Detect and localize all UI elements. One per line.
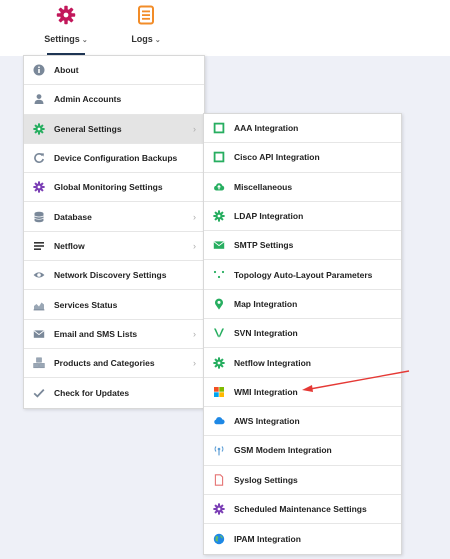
submenu-item-aws-integration[interactable]: AWS Integration	[204, 407, 401, 437]
check-icon	[32, 386, 46, 400]
chevron-right-icon: ›	[193, 211, 196, 222]
menu-item-label: Check for Updates	[54, 387, 130, 398]
menu-item-products-and-categories[interactable]: Products and Categories ›	[24, 349, 204, 379]
cubes-icon	[32, 356, 46, 370]
menu-item-label: Database	[54, 211, 92, 222]
submenu-item-label: Miscellaneous	[234, 181, 293, 192]
settings-nav-tab[interactable]: Settings ⌄	[31, 4, 101, 44]
submenu-item-label: LDAP Integration	[234, 211, 304, 222]
gear-icon	[212, 502, 226, 516]
cloud-upload-icon	[212, 180, 226, 194]
submenu-item-label: SMTP Settings	[234, 240, 294, 251]
chart-icon	[32, 298, 46, 312]
menu-item-netflow[interactable]: Netflow ›	[24, 232, 204, 262]
refresh-icon	[32, 151, 46, 165]
envelope-icon	[32, 327, 46, 341]
file-icon	[212, 473, 226, 487]
submenu-item-label: Netflow Integration	[234, 357, 311, 368]
globe-icon	[212, 532, 226, 546]
settings-dropdown-menu: About Admin Accounts General Settings › Devi…	[23, 55, 205, 409]
cloud-icon	[212, 414, 226, 428]
user-icon	[32, 92, 46, 106]
top-navigation-bar: Settings ⌄ Logs ⌄	[0, 0, 450, 56]
chevron-down-icon: ⌄	[81, 37, 88, 44]
submenu-item-ldap-integration[interactable]: LDAP Integration	[204, 202, 401, 232]
windows-icon	[212, 385, 226, 399]
menu-item-services-status[interactable]: Services Status	[24, 290, 204, 320]
envelope-icon	[212, 238, 226, 252]
chevron-right-icon: ›	[193, 240, 196, 251]
menu-item-general-settings[interactable]: General Settings ›	[24, 114, 204, 144]
submenu-item-label: SVN Integration	[234, 328, 298, 339]
square-icon	[212, 121, 226, 135]
chevron-down-icon: ⌄	[154, 37, 161, 44]
chevron-right-icon: ›	[193, 328, 196, 339]
menu-item-check-for-updates[interactable]: Check for Updates	[24, 378, 204, 407]
submenu-item-syslog-settings[interactable]: Syslog Settings	[204, 466, 401, 495]
submenu-item-cisco-api-integration[interactable]: Cisco API Integration	[204, 143, 401, 173]
submenu-item-topology-auto-layout-parameters[interactable]: Topology Auto-Layout Parameters	[204, 260, 401, 290]
submenu-item-wmi-integration[interactable]: WMI Integration	[204, 378, 401, 407]
submenu-item-miscellaneous[interactable]: Miscellaneous	[204, 173, 401, 202]
submenu-item-label: Cisco API Integration	[234, 152, 320, 163]
netflow-icon	[32, 239, 46, 253]
antenna-icon	[212, 443, 226, 457]
svn-icon	[212, 326, 226, 340]
chevron-right-icon: ›	[193, 358, 196, 369]
logs-nav-label: Logs	[131, 34, 153, 44]
submenu-item-gsm-modem-integration[interactable]: GSM Modem Integration	[204, 436, 401, 466]
menu-item-label: Network Discovery Settings	[54, 270, 167, 281]
submenu-item-svn-integration[interactable]: SVN Integration	[204, 319, 401, 349]
submenu-item-label: IPAM Integration	[234, 533, 301, 544]
menu-item-label: Netflow	[54, 240, 85, 251]
submenu-item-label: AAA Integration	[234, 123, 299, 134]
database-icon	[32, 210, 46, 224]
menu-item-label: Services Status	[54, 299, 118, 310]
submenu-item-scheduled-maintenance-settings[interactable]: Scheduled Maintenance Settings	[204, 495, 401, 525]
submenu-item-label: Map Integration	[234, 298, 298, 309]
settings-nav-label: Settings	[44, 34, 80, 44]
menu-item-label: Email and SMS Lists	[54, 328, 138, 339]
menu-item-admin-accounts[interactable]: Admin Accounts	[24, 85, 204, 115]
menu-item-global-monitoring-settings[interactable]: Global Monitoring Settings	[24, 173, 204, 203]
gear-icon	[212, 356, 226, 370]
submenu-item-label: Syslog Settings	[234, 474, 298, 485]
submenu-item-label: AWS Integration	[234, 416, 300, 427]
submenu-item-label: Topology Auto-Layout Parameters	[234, 269, 373, 280]
chevron-right-icon: ›	[193, 123, 196, 134]
submenu-item-label: WMI Integration	[234, 386, 298, 397]
general-settings-submenu: AAA Integration Cisco API Integration Misc…	[203, 113, 402, 555]
menu-item-email-and-sms-lists[interactable]: Email and SMS Lists ›	[24, 320, 204, 349]
dots-icon	[212, 268, 226, 282]
info-icon	[32, 63, 46, 77]
menu-item-label: Admin Accounts	[54, 94, 122, 105]
logs-nav-tab[interactable]: Logs ⌄	[112, 4, 180, 44]
submenu-item-label: Scheduled Maintenance Settings	[234, 504, 367, 514]
menu-item-network-discovery-settings[interactable]: Network Discovery Settings	[24, 261, 204, 291]
gear-icon	[55, 4, 77, 26]
menu-item-about[interactable]: About	[24, 56, 204, 86]
gear-icon	[212, 209, 226, 223]
menu-item-database[interactable]: Database ›	[24, 202, 204, 232]
menu-item-label: About	[54, 65, 79, 76]
menu-item-label: Global Monitoring Settings	[54, 182, 163, 193]
eye-icon	[32, 268, 46, 282]
submenu-item-smtp-settings[interactable]: SMTP Settings	[204, 231, 401, 261]
submenu-item-aaa-integration[interactable]: AAA Integration	[204, 114, 401, 144]
submenu-item-netflow-integration[interactable]: Netflow Integration	[204, 348, 401, 378]
submenu-item-ipam-integration[interactable]: IPAM Integration	[204, 524, 401, 553]
document-icon	[135, 4, 157, 26]
menu-item-label: Device Configuration Backups	[54, 153, 178, 164]
map-marker-icon	[212, 297, 226, 311]
menu-item-label: General Settings	[54, 123, 122, 134]
menu-item-label: Products and Categories	[54, 358, 155, 369]
menu-item-device-configuration-backups[interactable]: Device Configuration Backups	[24, 144, 204, 174]
submenu-item-map-integration[interactable]: Map Integration	[204, 290, 401, 320]
square-icon	[212, 150, 226, 164]
gear-icon	[32, 122, 46, 136]
submenu-item-label: GSM Modem Integration	[234, 445, 332, 456]
gear-icon	[32, 180, 46, 194]
